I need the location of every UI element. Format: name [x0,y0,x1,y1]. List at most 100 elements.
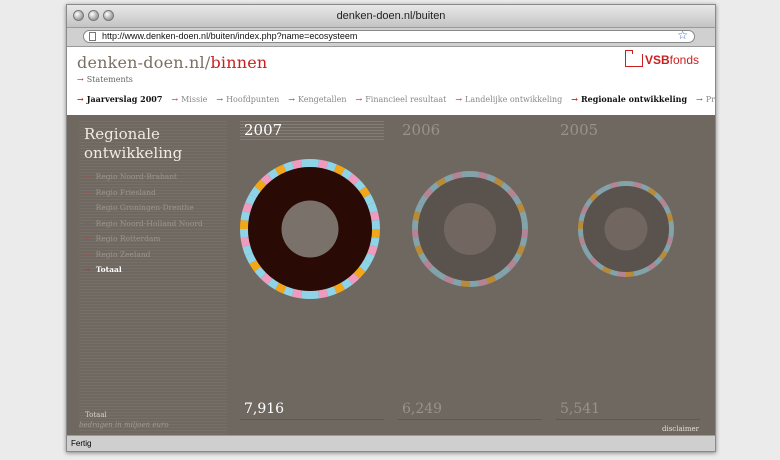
ring-segment [609,181,619,189]
minimize-window-button[interactable] [88,10,99,21]
disclaimer-link[interactable]: disclaimer [662,425,699,433]
ring-segment [493,177,505,187]
ring-segment [309,290,320,299]
region-item[interactable]: → Regio Rotterdam [84,231,203,247]
nav-item-label: Hoofdpunten [226,95,280,104]
close-window-button[interactable] [73,10,84,21]
ring-segment [617,271,627,277]
ring-segment [412,211,421,221]
nav-item-5[interactable]: → Landelijke ontwikkeling [455,95,562,104]
nav-item-6[interactable]: → Regionale ontwikkeling [571,94,687,104]
region-label: Regio Rotterdam [95,234,161,243]
region-label: Totaal [95,265,122,274]
ring-segment [325,286,337,297]
nav-item-7[interactable]: →Projecten [696,95,715,104]
ring-segment [602,266,612,275]
nav-item-label: Jaarverslag 2007 [86,94,163,104]
ring-segment [452,171,462,180]
ring-chart-2007 [240,159,380,299]
ring-segment [267,168,280,180]
nav-item-0[interactable]: → Jaarverslag 2007 [77,94,162,104]
ring-segment [371,228,380,239]
ring-segment [353,179,366,192]
ring-hole [444,203,496,255]
ring-segment [369,210,380,221]
address-bar[interactable]: http://www.denken-doen.nl/buiten/index.p… [83,29,695,43]
nav-link-statements[interactable]: Statements [87,75,133,84]
region-item[interactable]: → Regio Groningen-Drenthe [84,200,203,216]
nav-item-label: Missie [181,95,208,104]
arrow-right-icon: → [288,95,295,104]
year-column-2007[interactable]: 2007 7,916 [240,121,384,421]
total-underline [240,419,384,420]
nav-item-label: Landelijke ontwikkeling [465,95,563,104]
ring-segment [254,179,267,192]
arrow-right-icon: → [84,265,93,274]
nav-item-label: Kengetallen [298,95,347,104]
ring-segment [512,194,522,206]
arrow-right-icon: → [84,172,93,181]
ring-segment [633,181,643,189]
ring-segment [267,278,280,290]
arrow-right-icon: → [77,94,84,104]
region-item[interactable]: → Totaal [84,262,203,278]
ring-segment [521,228,528,239]
ring-segment [418,194,428,206]
toolbar: http://www.denken-doen.nl/buiten/index.p… [67,28,715,47]
ring-segment [242,202,253,214]
ring-segment [318,159,329,170]
arrow-right-icon: → [696,95,703,104]
ring-segment [300,159,311,168]
year-total: 7,916 [244,401,285,417]
ring-segment [478,278,488,287]
ring-segment [625,271,635,277]
ring-segment [617,181,627,187]
ring-chart-2005 [578,181,674,277]
ring-segment [625,181,635,187]
ring-segment [578,228,584,238]
region-item[interactable]: → Regio Noord-Brabant [84,169,203,185]
nav-item-3[interactable]: → Kengetallen [288,95,346,104]
page-icon [89,32,96,41]
ring-segment [275,164,287,176]
region-label: Regio Friesland [95,187,156,197]
ring-segment [249,186,261,199]
year-column-2005[interactable]: 2005 5,541 [556,121,700,421]
ring-segment [333,282,345,294]
year-column-2006[interactable]: 2006 6,249 [398,121,542,421]
ring-segment [668,220,674,230]
region-item[interactable]: → Regio Friesland [84,185,203,201]
arrow-right-icon: → [355,95,363,104]
ring-segment [578,212,586,222]
region-item[interactable]: → Regio Noord-Holland Noord [84,216,203,232]
nav-item-2[interactable]: → Hoofdpunten [216,95,279,104]
arrow-right-icon: → [216,95,224,104]
ring-segment [260,173,273,186]
ring-segment [347,272,360,285]
ring-segment [663,243,672,253]
ring-segment [435,177,447,187]
total-label: Totaal [85,411,107,419]
nav-item-4[interactable]: → Financieel resultaat [356,95,447,104]
ring-segment [275,282,287,294]
vsbfonds-logo[interactable]: VSBfonds [624,49,699,67]
bookmark-star-icon[interactable]: ☆ [677,29,688,41]
ring-segment [602,183,612,192]
ring-segment [309,159,320,168]
site-section: binnen [210,53,268,72]
ring-segment [369,237,380,248]
zoom-window-button[interactable] [103,10,114,21]
site-title[interactable]: denken-doen.nl/binnen [77,53,267,72]
ring-segment [609,269,619,277]
ring-segment [460,280,471,287]
ring-segment [519,237,528,247]
year-total: 5,541 [560,401,601,417]
ring-segment [460,171,471,178]
ring-segment [300,290,311,299]
arrow-right-icon: → [84,187,93,197]
ring-segment [443,275,454,285]
ring-segment [469,280,480,287]
region-item[interactable]: → Regio Zeeland [84,247,203,263]
ring-segment [363,194,375,206]
nav-item-1[interactable]: → Missie [171,95,207,104]
